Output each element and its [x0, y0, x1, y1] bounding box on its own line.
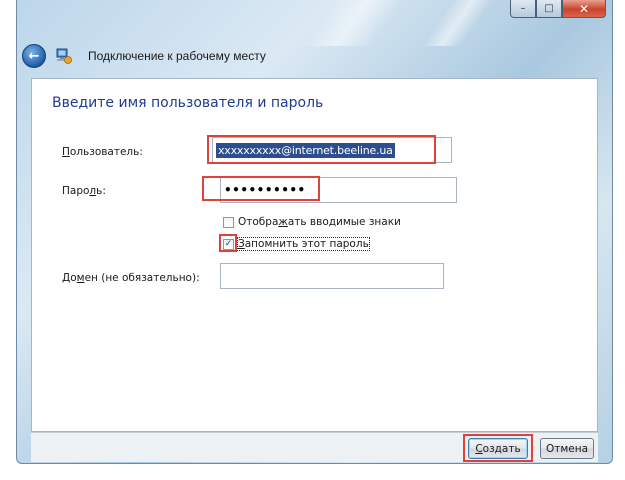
domain-label: Домен (не обязательно):: [62, 272, 200, 284]
cancel-button[interactable]: Отмена: [540, 438, 594, 459]
maximize-button[interactable]: □: [536, 0, 562, 18]
username-value: xxxxxxxxxx@internet.beeline.ua: [216, 142, 395, 158]
dialog-window: – □ ✕ ← Подключение к рабочему месту Вве…: [16, 0, 613, 464]
show-characters-checkbox[interactable]: [223, 216, 234, 228]
checkmark-icon: ✓: [224, 238, 233, 249]
dialog-content: Введите имя пользователя и пароль Пользо…: [31, 78, 598, 432]
password-label: Пароль:: [62, 185, 106, 197]
window-title: Подключение к рабочему месту: [88, 49, 266, 63]
network-connection-icon: [56, 48, 72, 64]
create-button[interactable]: Создать: [468, 438, 528, 459]
minimize-icon: –: [520, 3, 526, 14]
remember-password-option[interactable]: ✓ Запомнить этот пароль: [223, 237, 370, 251]
password-value: ••••••••••: [224, 183, 306, 197]
show-characters-label: Отображать вводимые знаки: [238, 216, 401, 228]
maximize-icon: □: [544, 3, 554, 14]
close-icon: ✕: [578, 1, 590, 16]
dialog-footer: Создать Отмена: [31, 432, 598, 462]
domain-input[interactable]: [220, 263, 444, 289]
back-button[interactable]: ←: [22, 44, 46, 68]
remember-password-checkbox[interactable]: ✓: [223, 238, 234, 250]
minimize-button[interactable]: –: [510, 0, 536, 18]
back-arrow-icon: ←: [28, 48, 40, 64]
show-characters-option[interactable]: Отображать вводимые знаки: [223, 216, 401, 228]
title-toolbar: ← Подключение к рабочему месту: [17, 40, 612, 72]
close-button[interactable]: ✕: [562, 0, 606, 18]
remember-password-label: Запомнить этот пароль: [237, 237, 370, 251]
caption-buttons: – □ ✕: [510, 0, 606, 18]
username-input[interactable]: xxxxxxxxxx@internet.beeline.ua: [212, 137, 452, 163]
username-label: Пользователь:: [62, 146, 143, 158]
form-heading: Введите имя пользователя и пароль: [52, 95, 324, 111]
password-input[interactable]: ••••••••••: [220, 177, 457, 203]
